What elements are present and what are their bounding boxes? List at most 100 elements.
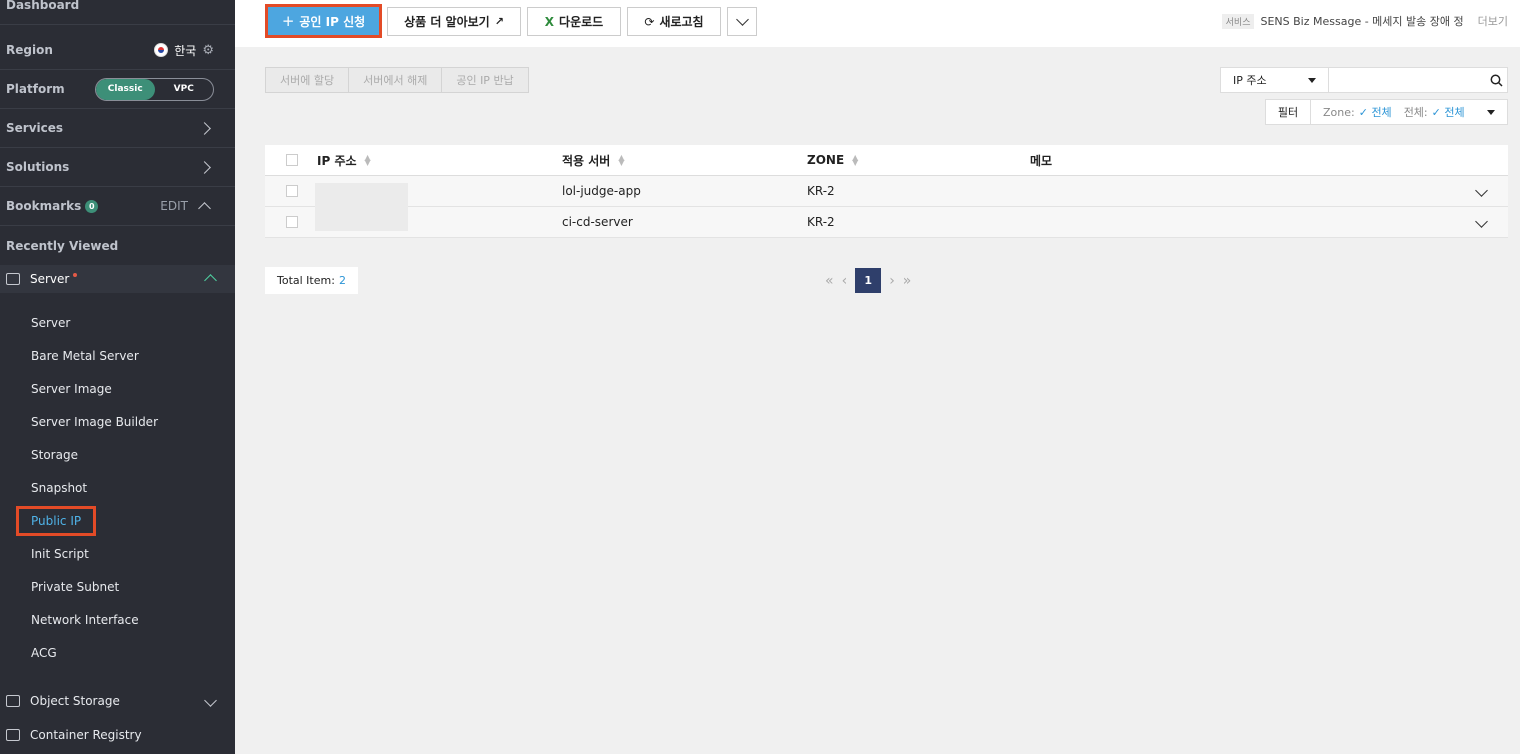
learn-more-button[interactable]: 상품 더 알아보기 ↗ <box>387 7 521 36</box>
cell-server: ci-cd-server <box>562 215 633 229</box>
first-page-icon[interactable]: « <box>825 273 834 289</box>
sidebar-item-label: Init Script <box>31 546 89 561</box>
select-all-checkbox[interactable] <box>286 154 298 166</box>
platform-row: Platform Classic VPC <box>0 70 235 109</box>
filter-bar: 필터 Zone: ✓ 전체 전체: ✓ 전체 <box>1265 99 1508 125</box>
region-label: Region <box>6 43 53 57</box>
sidebar-solutions[interactable]: Solutions <box>0 148 235 187</box>
row-checkbox[interactable] <box>286 216 298 228</box>
zone-filter-label: Zone: <box>1323 105 1355 119</box>
total-items-label: Total Item: <box>277 274 335 287</box>
sidebar-item-server-image[interactable]: Server Image <box>0 372 235 405</box>
sidebar-dashboard[interactable]: Dashboard <box>0 0 235 25</box>
object-storage-label: Object Storage <box>30 694 120 708</box>
platform-toggle[interactable]: Classic VPC <box>95 77 214 101</box>
sort-icon: ▲ ▼ <box>364 153 371 167</box>
korea-flag-icon <box>154 43 169 57</box>
refresh-button[interactable]: ⟳ 새로고침 <box>627 7 721 36</box>
sidebar-item-storage[interactable]: Storage <box>0 438 235 471</box>
sidebar-bookmarks[interactable]: Bookmarks 0 EDIT <box>0 187 235 226</box>
sidebar-item-label: Server <box>31 315 71 330</box>
platform-vpc-option[interactable]: VPC <box>155 79 214 100</box>
column-header-ip-label: IP 주소 <box>317 153 357 168</box>
sidebar-item-label: Server Image Builder <box>31 414 159 429</box>
notice-text[interactable]: SENS Biz Message - 메세지 발송 장애 정 <box>1260 13 1463 29</box>
total-items-count: 2 <box>338 274 346 287</box>
next-page-icon[interactable]: › <box>889 273 895 289</box>
public-ip-table: IP 주소 ▲ ▼ 적용 서버 ▲ ▼ ZONE ▲ ▼ 메모 lol-judge-app … <box>265 145 1508 238</box>
gear-icon[interactable]: ⚙ <box>202 43 214 58</box>
table-row[interactable]: lol-judge-app KR-2 <box>265 176 1508 207</box>
server-group-header[interactable]: Server <box>0 265 235 293</box>
external-link-icon: ↗ <box>494 15 504 28</box>
search-input[interactable] <box>1328 68 1486 92</box>
sidebar-item-label: ACG <box>31 645 57 660</box>
pagination: « ‹ 1 › » <box>825 268 911 293</box>
all-filter-value: ✓ 전체 <box>1431 106 1465 119</box>
sidebar-dashboard-label: Dashboard <box>6 0 80 12</box>
sidebar-services[interactable]: Services <box>0 109 235 148</box>
filter-summary[interactable]: Zone: ✓ 전체 전체: ✓ 전체 <box>1311 100 1507 124</box>
filter-button[interactable]: 필터 <box>1266 100 1311 124</box>
chevron-up-icon[interactable] <box>204 273 217 287</box>
expand-row-icon[interactable] <box>1475 215 1488 229</box>
all-filter-value-text: 전체 <box>1444 106 1465 119</box>
bookmarks-edit-button[interactable]: EDIT <box>160 199 188 213</box>
learn-more-label: 상품 더 알아보기 <box>404 15 490 29</box>
sidebar-item-label: Snapshot <box>31 480 88 495</box>
chevron-up-icon[interactable] <box>198 202 211 215</box>
column-header-zone[interactable]: ZONE ▲ ▼ <box>807 153 1030 167</box>
notice-more-link[interactable]: 더보기 <box>1478 13 1508 29</box>
return-ip-button[interactable]: 공인 IP 반납 <box>442 67 529 93</box>
chevron-down-icon[interactable] <box>204 694 217 707</box>
expand-row-icon[interactable] <box>1475 184 1488 198</box>
container-registry-label: Container Registry <box>30 728 142 742</box>
server-submenu: Server Bare Metal Server Server Image Se… <box>0 306 235 669</box>
column-header-ip[interactable]: IP 주소 ▲ ▼ <box>317 152 562 169</box>
release-from-server-button[interactable]: 서버에서 해제 <box>349 67 443 93</box>
search-bar: IP 주소 <box>1220 67 1508 93</box>
create-public-ip-button[interactable]: + 공인 IP 신청 <box>265 4 382 38</box>
download-button[interactable]: X 다운로드 <box>527 7 621 36</box>
table-row[interactable]: ci-cd-server KR-2 <box>265 207 1508 238</box>
assign-to-server-button[interactable]: 서버에 할당 <box>265 67 350 93</box>
current-page-button[interactable]: 1 <box>855 268 882 293</box>
excel-icon: X <box>544 14 555 29</box>
sidebar-item-server[interactable]: Server <box>0 306 235 339</box>
caret-down-icon[interactable] <box>1487 109 1495 115</box>
search-field-value: IP 주소 <box>1233 74 1267 87</box>
platform-classic-option[interactable]: Classic <box>96 78 155 100</box>
sidebar-item-public-ip[interactable]: Public IP <box>0 504 235 537</box>
sidebar-item-network-interface[interactable]: Network Interface <box>0 603 235 636</box>
refresh-label: 새로고침 <box>659 15 704 29</box>
all-filter-label: 전체: <box>1403 106 1428 119</box>
create-public-ip-label: 공인 IP 신청 <box>299 14 366 29</box>
column-header-memo: 메모 <box>1030 153 1053 168</box>
row-checkbox[interactable] <box>286 185 298 197</box>
chevron-down-icon <box>735 13 749 26</box>
region-selector[interactable]: Region 한국 ⚙ <box>0 31 235 70</box>
sidebar-item-init-script[interactable]: Init Script <box>0 537 235 570</box>
object-storage-icon <box>6 695 20 707</box>
sidebar-item-acg[interactable]: ACG <box>0 636 235 669</box>
platform-label: Platform <box>6 82 65 96</box>
sort-icon: ▲ ▼ <box>618 153 625 167</box>
search-icon[interactable] <box>1486 68 1507 92</box>
prev-page-icon[interactable]: ‹ <box>842 273 848 289</box>
last-page-icon[interactable]: » <box>903 273 912 289</box>
total-items: Total Item: 2 <box>265 267 358 294</box>
zone-filter-value-text: 전체 <box>1371 106 1392 119</box>
more-options-button[interactable] <box>727 7 757 36</box>
sidebar-item-server-image-builder[interactable]: Server Image Builder <box>0 405 235 438</box>
column-header-server[interactable]: 적용 서버 ▲ ▼ <box>562 152 807 169</box>
sidebar-container-registry[interactable]: Container Registry <box>0 720 235 750</box>
container-registry-icon <box>6 729 20 741</box>
sidebar-item-private-subnet[interactable]: Private Subnet <box>0 570 235 603</box>
sidebar-item-snapshot[interactable]: Snapshot <box>0 471 235 504</box>
sidebar-object-storage[interactable]: Object Storage <box>0 686 235 716</box>
sidebar-item-bare-metal-server[interactable]: Bare Metal Server <box>0 339 235 372</box>
table-header: IP 주소 ▲ ▼ 적용 서버 ▲ ▼ ZONE ▲ ▼ 메모 <box>265 145 1508 176</box>
search-field-select[interactable]: IP 주소 <box>1221 68 1329 92</box>
cell-server: lol-judge-app <box>562 184 641 198</box>
service-notice[interactable]: 서비스 SENS Biz Message - 메세지 발송 장애 정 더보기 <box>1221 13 1508 29</box>
